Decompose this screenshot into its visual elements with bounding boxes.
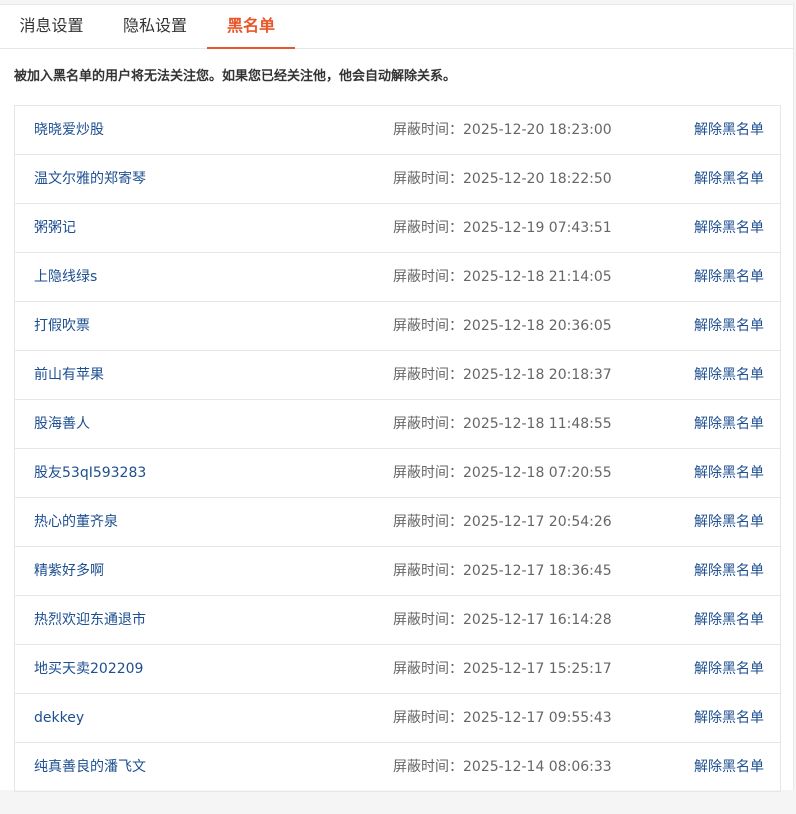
blocked-user-name[interactable]: 热烈欢迎东通退市: [34, 596, 146, 644]
blocked-user-name[interactable]: 打假吹票: [34, 302, 90, 350]
blocked-user-name[interactable]: 热心的董齐泉: [34, 498, 118, 546]
block-time: 屏蔽时间：2025-12-17 20:54:26: [393, 498, 612, 546]
block-time-label: 屏蔽时间：: [393, 367, 463, 383]
block-time-value: 2025-12-17 09:55:43: [463, 710, 612, 726]
block-time-value: 2025-12-19 07:43:51: [463, 220, 612, 236]
block-time: 屏蔽时间：2025-12-18 07:20:55: [393, 449, 612, 497]
unblock-button[interactable]: 解除黑名单: [694, 449, 764, 497]
block-time-label: 屏蔽时间：: [393, 465, 463, 481]
block-time: 屏蔽时间：2025-12-19 07:43:51: [393, 204, 612, 252]
blacklist-row: 热烈欢迎东通退市 屏蔽时间：2025-12-17 16:14:28 解除黑名单: [15, 596, 780, 645]
block-time-label: 屏蔽时间：: [393, 318, 463, 334]
unblock-button[interactable]: 解除黑名单: [694, 547, 764, 595]
block-time-value: 2025-12-17 20:54:26: [463, 514, 612, 530]
blacklist-row: 热心的董齐泉 屏蔽时间：2025-12-17 20:54:26 解除黑名单: [15, 498, 780, 547]
blacklist-row: 精紫好多啊 屏蔽时间：2025-12-17 18:36:45 解除黑名单: [15, 547, 780, 596]
block-time-label: 屏蔽时间：: [393, 269, 463, 285]
block-time-value: 2025-12-17 18:36:45: [463, 563, 612, 579]
blocked-user-name[interactable]: 股海善人: [34, 400, 90, 448]
block-time: 屏蔽时间：2025-12-14 08:06:33: [393, 743, 612, 791]
blacklist-table: 晓晓爱炒股 屏蔽时间：2025-12-20 18:23:00 解除黑名单 温文尔雅的郑…: [14, 105, 781, 792]
block-time-value: 2025-12-18 11:48:55: [463, 416, 612, 432]
unblock-button[interactable]: 解除黑名单: [694, 155, 764, 203]
blocked-user-name[interactable]: 精紫好多啊: [34, 547, 104, 595]
block-time: 屏蔽时间：2025-12-18 20:18:37: [393, 351, 612, 399]
blocked-user-name[interactable]: 上隐线绿s: [34, 253, 97, 301]
unblock-button[interactable]: 解除黑名单: [694, 645, 764, 693]
block-time: 屏蔽时间：2025-12-17 09:55:43: [393, 694, 612, 742]
blacklist-notice: 被加入黑名单的用户将无法关注您。如果您已经关注他，他会自动解除关系。: [14, 69, 457, 84]
blocked-user-name[interactable]: 温文尔雅的郑寄琴: [34, 155, 146, 203]
blacklist-row: 纯真善良的潘飞文 屏蔽时间：2025-12-14 08:06:33 解除黑名单: [15, 743, 780, 791]
tab-message-settings[interactable]: 消息设置: [0, 5, 103, 49]
blocked-user-name[interactable]: 粥粥记: [34, 204, 76, 252]
block-time-label: 屏蔽时间：: [393, 416, 463, 432]
block-time: 屏蔽时间：2025-12-18 20:36:05: [393, 302, 612, 350]
block-time-value: 2025-12-20 18:22:50: [463, 171, 612, 187]
block-time-label: 屏蔽时间：: [393, 171, 463, 187]
blacklist-row: 地买天卖202209 屏蔽时间：2025-12-17 15:25:17 解除黑名单: [15, 645, 780, 694]
unblock-button[interactable]: 解除黑名单: [694, 694, 764, 742]
unblock-button[interactable]: 解除黑名单: [694, 743, 764, 791]
block-time-label: 屏蔽时间：: [393, 220, 463, 236]
unblock-button[interactable]: 解除黑名单: [694, 106, 764, 154]
blocked-user-name[interactable]: 地买天卖202209: [34, 645, 143, 693]
settings-tabs: 消息设置 隐私设置 黑名单: [0, 5, 793, 49]
block-time-value: 2025-12-17 15:25:17: [463, 661, 612, 677]
block-time: 屏蔽时间：2025-12-20 18:23:00: [393, 106, 612, 154]
block-time-label: 屏蔽时间：: [393, 612, 463, 628]
settings-panel: 消息设置 隐私设置 黑名单 被加入黑名单的用户将无法关注您。如果您已经关注他，他…: [0, 4, 794, 792]
unblock-button[interactable]: 解除黑名单: [694, 351, 764, 399]
blocked-user-name[interactable]: 晓晓爱炒股: [34, 106, 104, 154]
tab-privacy-settings[interactable]: 隐私设置: [104, 5, 206, 49]
blocked-user-name[interactable]: 股友53qI593283: [34, 449, 146, 497]
block-time-value: 2025-12-18 21:14:05: [463, 269, 612, 285]
block-time: 屏蔽时间：2025-12-20 18:22:50: [393, 155, 612, 203]
unblock-button[interactable]: 解除黑名单: [694, 400, 764, 448]
block-time: 屏蔽时间：2025-12-17 16:14:28: [393, 596, 612, 644]
block-time-value: 2025-12-18 07:20:55: [463, 465, 612, 481]
blacklist-row: 打假吹票 屏蔽时间：2025-12-18 20:36:05 解除黑名单: [15, 302, 780, 351]
blocked-user-name[interactable]: dekkey: [34, 694, 84, 742]
block-time-value: 2025-12-14 08:06:33: [463, 759, 612, 775]
blacklist-row: 温文尔雅的郑寄琴 屏蔽时间：2025-12-20 18:22:50 解除黑名单: [15, 155, 780, 204]
tab-blacklist[interactable]: 黑名单: [207, 5, 295, 49]
blocked-user-name[interactable]: 纯真善良的潘飞文: [34, 743, 146, 791]
block-time-label: 屏蔽时间：: [393, 122, 463, 138]
blacklist-row: 股友53qI593283 屏蔽时间：2025-12-18 07:20:55 解除黑名…: [15, 449, 780, 498]
blacklist-row: dekkey 屏蔽时间：2025-12-17 09:55:43 解除黑名单: [15, 694, 780, 743]
block-time-value: 2025-12-17 16:14:28: [463, 612, 612, 628]
unblock-button[interactable]: 解除黑名单: [694, 596, 764, 644]
unblock-button[interactable]: 解除黑名单: [694, 302, 764, 350]
block-time: 屏蔽时间：2025-12-17 15:25:17: [393, 645, 612, 693]
block-time-label: 屏蔽时间：: [393, 759, 463, 775]
unblock-button[interactable]: 解除黑名单: [694, 253, 764, 301]
block-time-label: 屏蔽时间：: [393, 563, 463, 579]
block-time-label: 屏蔽时间：: [393, 710, 463, 726]
block-time: 屏蔽时间：2025-12-18 21:14:05: [393, 253, 612, 301]
block-time-value: 2025-12-18 20:36:05: [463, 318, 612, 334]
block-time: 屏蔽时间：2025-12-17 18:36:45: [393, 547, 612, 595]
block-time-label: 屏蔽时间：: [393, 514, 463, 530]
block-time-label: 屏蔽时间：: [393, 661, 463, 677]
blacklist-row: 晓晓爱炒股 屏蔽时间：2025-12-20 18:23:00 解除黑名单: [15, 106, 780, 155]
blacklist-row: 股海善人 屏蔽时间：2025-12-18 11:48:55 解除黑名单: [15, 400, 780, 449]
unblock-button[interactable]: 解除黑名单: [694, 204, 764, 252]
block-time: 屏蔽时间：2025-12-18 11:48:55: [393, 400, 612, 448]
blacklist-row: 上隐线绿s 屏蔽时间：2025-12-18 21:14:05 解除黑名单: [15, 253, 780, 302]
blacklist-row: 前山有苹果 屏蔽时间：2025-12-18 20:18:37 解除黑名单: [15, 351, 780, 400]
block-time-value: 2025-12-20 18:23:00: [463, 122, 612, 138]
block-time-value: 2025-12-18 20:18:37: [463, 367, 612, 383]
unblock-button[interactable]: 解除黑名单: [694, 498, 764, 546]
blacklist-row: 粥粥记 屏蔽时间：2025-12-19 07:43:51 解除黑名单: [15, 204, 780, 253]
blocked-user-name[interactable]: 前山有苹果: [34, 351, 104, 399]
